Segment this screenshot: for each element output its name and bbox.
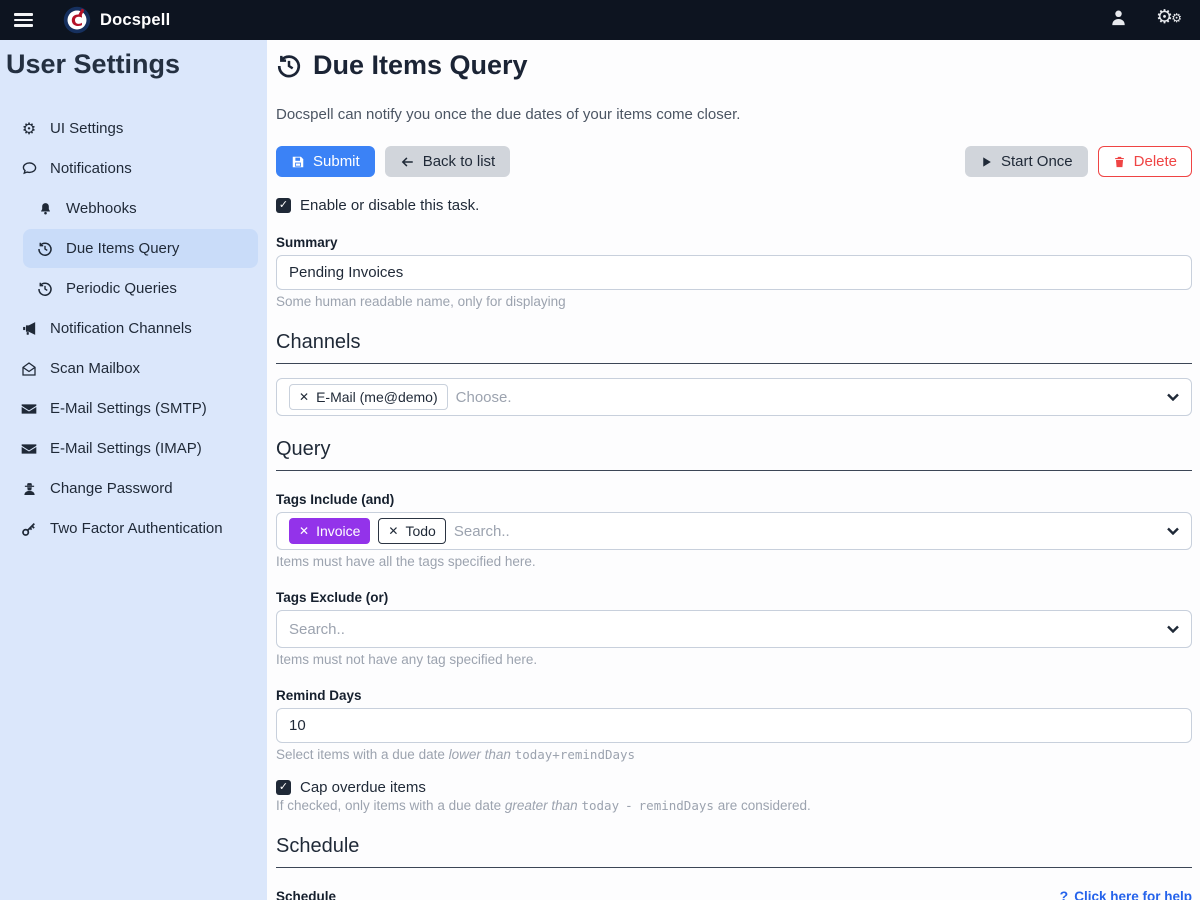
- sidebar: User Settings ⚙ UI Settings Notification…: [0, 40, 267, 900]
- chevron-down-icon: [1167, 527, 1179, 535]
- brand-name: Docspell: [100, 11, 170, 30]
- sidebar-item-scan-mailbox[interactable]: Scan Mailbox: [7, 349, 258, 388]
- sidebar-item-email-imap[interactable]: E-Mail Settings (IMAP): [7, 429, 258, 468]
- channels-section-header: Channels: [276, 331, 1192, 364]
- cap-overdue-checkbox-row[interactable]: ✓ Cap overdue items: [276, 779, 1192, 796]
- remind-days-label: Remind Days: [276, 688, 1192, 703]
- tags-include-search-input[interactable]: [454, 523, 1159, 540]
- sidebar-item-email-smtp[interactable]: E-Mail Settings (SMTP): [7, 389, 258, 428]
- delete-button[interactable]: Delete: [1098, 146, 1192, 177]
- history-icon: [35, 241, 55, 257]
- channels-select[interactable]: ✕ E-Mail (me@demo): [276, 378, 1192, 416]
- remove-icon[interactable]: ✕: [299, 525, 309, 537]
- sidebar-item-periodic-queries[interactable]: Periodic Queries: [23, 269, 258, 308]
- enable-task-label: Enable or disable this task.: [300, 197, 479, 214]
- top-navbar: C Docspell ⚙⚙: [0, 0, 1200, 40]
- schedule-section-header: Schedule: [276, 835, 1192, 868]
- remind-days-input[interactable]: [276, 708, 1192, 743]
- summary-label: Summary: [276, 235, 1192, 250]
- history-icon: [35, 281, 55, 297]
- checkbox-checked-icon[interactable]: ✓: [276, 198, 291, 213]
- comment-icon: [19, 160, 39, 177]
- trash-icon: [1113, 155, 1126, 169]
- key-icon: [19, 521, 39, 537]
- sidebar-title: User Settings: [6, 49, 267, 80]
- remind-days-helper: Select items with a due date lower than …: [276, 747, 1192, 762]
- docspell-logo-icon: C: [63, 6, 91, 34]
- main-content: Due Items Query Docspell can notify you …: [267, 40, 1200, 900]
- envelope-open-icon: [19, 361, 39, 377]
- tags-include-label: Tags Include (and): [276, 492, 1192, 507]
- checkbox-checked-icon[interactable]: ✓: [276, 780, 291, 795]
- user-secret-icon: [19, 481, 39, 497]
- sidebar-item-notification-channels[interactable]: Notification Channels: [7, 309, 258, 348]
- toolbar: Submit Back to list Start Once: [276, 146, 1192, 177]
- enable-task-checkbox-row[interactable]: ✓ Enable or disable this task.: [276, 197, 1192, 214]
- summary-input[interactable]: [276, 255, 1192, 290]
- sidebar-item-notifications[interactable]: Notifications: [7, 149, 258, 188]
- tags-exclude-select[interactable]: [276, 610, 1192, 648]
- chevron-down-icon: [1167, 393, 1179, 401]
- user-account-icon[interactable]: [1109, 8, 1128, 32]
- sidebar-item-two-factor[interactable]: Two Factor Authentication: [7, 509, 258, 548]
- settings-gears-icon[interactable]: ⚙⚙: [1156, 8, 1180, 32]
- tags-exclude-label: Tags Exclude (or): [276, 590, 1192, 605]
- summary-helper: Some human readable name, only for displ…: [276, 294, 1192, 309]
- tags-exclude-search-input[interactable]: [289, 621, 1159, 638]
- page-description: Docspell can notify you once the due dat…: [276, 106, 1192, 123]
- start-once-button[interactable]: Start Once: [965, 146, 1088, 177]
- chevron-down-icon: [1167, 625, 1179, 633]
- envelope-icon: [19, 442, 39, 456]
- tags-exclude-helper: Items must not have any tag specified he…: [276, 652, 1192, 667]
- channels-search-input[interactable]: [456, 389, 1159, 406]
- brand[interactable]: C Docspell: [63, 6, 170, 34]
- cap-overdue-helper: If checked, only items with a due date g…: [276, 798, 1192, 813]
- tags-include-select[interactable]: ✕ Invoice ✕ Todo: [276, 512, 1192, 550]
- history-icon: [276, 53, 302, 79]
- schedule-label: Schedule: [276, 889, 336, 900]
- sidebar-item-due-items-query[interactable]: Due Items Query: [23, 229, 258, 268]
- tags-include-helper: Items must have all the tags specified h…: [276, 554, 1192, 569]
- envelope-icon: [19, 402, 39, 416]
- save-icon: [291, 155, 305, 169]
- remove-icon[interactable]: ✕: [388, 525, 398, 537]
- remove-icon[interactable]: ✕: [299, 391, 309, 403]
- arrow-left-icon: [400, 155, 415, 169]
- play-icon: [980, 155, 993, 169]
- bell-icon: [35, 201, 55, 217]
- sidebar-item-webhooks[interactable]: Webhooks: [23, 189, 258, 228]
- channel-chip[interactable]: ✕ E-Mail (me@demo): [289, 384, 448, 410]
- tag-chip-invoice[interactable]: ✕ Invoice: [289, 518, 370, 544]
- page-title: Due Items Query: [276, 50, 1192, 81]
- cap-overdue-label: Cap overdue items: [300, 779, 426, 796]
- bullhorn-icon: [19, 320, 39, 337]
- query-section-header: Query: [276, 438, 1192, 471]
- question-icon: ?: [1060, 888, 1069, 900]
- menu-icon[interactable]: [14, 13, 33, 27]
- tag-chip-todo[interactable]: ✕ Todo: [378, 518, 445, 544]
- back-to-list-button[interactable]: Back to list: [385, 146, 511, 177]
- submit-button[interactable]: Submit: [276, 146, 375, 177]
- sidebar-item-change-password[interactable]: Change Password: [7, 469, 258, 508]
- schedule-help-link[interactable]: ? Click here for help: [1060, 888, 1192, 900]
- sidebar-item-ui-settings[interactable]: ⚙ UI Settings: [7, 109, 258, 148]
- gear-icon: ⚙: [19, 121, 39, 137]
